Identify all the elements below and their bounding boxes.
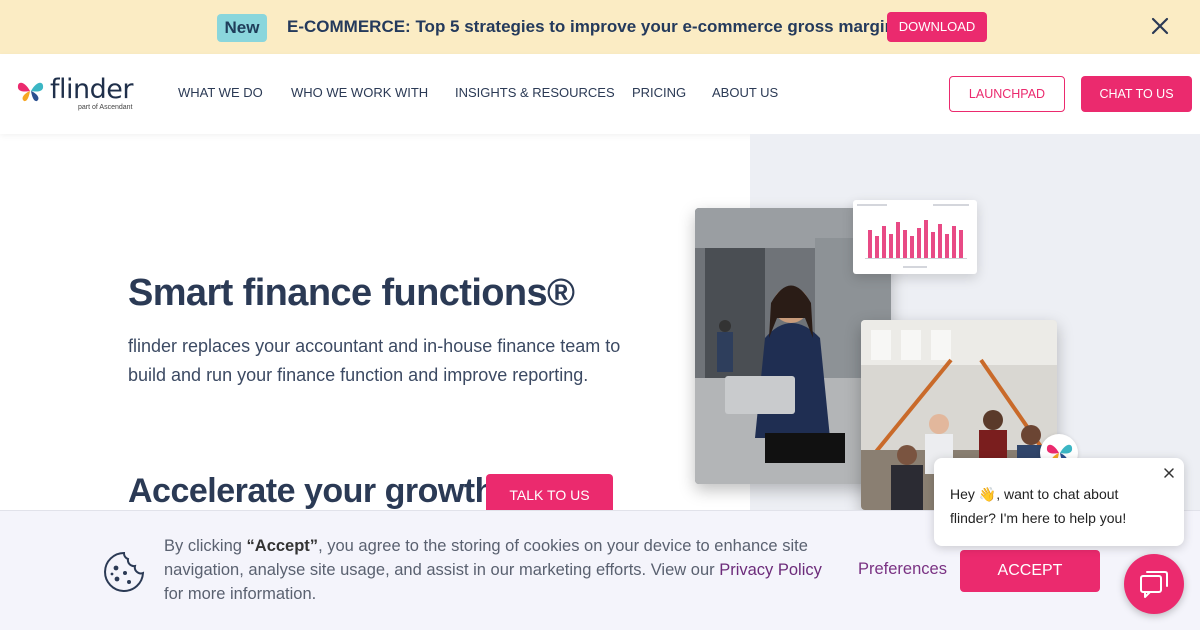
chat-to-us-button[interactable]: CHAT TO US — [1081, 76, 1192, 112]
nav-pricing[interactable]: PRICING — [632, 85, 686, 100]
nav-about-us[interactable]: ABOUT US — [712, 85, 778, 100]
new-badge: New — [217, 14, 267, 42]
flinder-logo[interactable]: flinder part of Ascendant — [16, 74, 141, 114]
cookie-message: By clicking “Accept”, you agree to the s… — [164, 537, 822, 603]
close-icon[interactable] — [1148, 14, 1172, 38]
butterfly-logo-icon — [17, 82, 44, 102]
chat-greeting-text: Hey 👋, want to chat about flinder? I'm h… — [950, 486, 1127, 526]
chat-greeting-bubble[interactable]: Hey 👋, want to chat about flinder? I'm h… — [934, 458, 1184, 546]
nav-what-we-do[interactable]: WHAT WE DO — [178, 85, 263, 100]
site-header: flinder part of Ascendant WHAT WE DO WHO… — [0, 54, 1200, 134]
hero-description: flinder replaces your accountant and in-… — [128, 336, 621, 385]
chat-launcher-button[interactable] — [1124, 554, 1184, 614]
logo-subtitle: part of Ascendant — [78, 104, 133, 111]
accept-cookies-button[interactable]: ACCEPT — [960, 550, 1100, 592]
hero-title: Smart finance functions® — [128, 272, 575, 314]
privacy-policy-link[interactable]: Privacy Policy — [719, 561, 822, 579]
analytics-chart-card — [853, 200, 977, 274]
announcement-bar: New E-COMMERCE: Top 5 strategies to impr… — [0, 0, 1200, 54]
nav-insights-resources[interactable]: INSIGHTS & RESOURCES — [455, 85, 615, 100]
cookie-icon — [104, 551, 145, 592]
logo-wordmark: flinder — [50, 74, 133, 105]
chat-bubbles-icon — [1140, 571, 1168, 598]
download-button[interactable]: DOWNLOAD — [887, 12, 987, 42]
hero-subtitle: Accelerate your growth — [128, 472, 495, 510]
close-chat-bubble-icon[interactable] — [1162, 466, 1176, 480]
announcement-text[interactable]: E-COMMERCE: Top 5 strategies to improve … — [287, 17, 895, 37]
cookie-preferences-link[interactable]: Preferences — [858, 560, 947, 579]
launchpad-button[interactable]: LAUNCHPAD — [949, 76, 1065, 112]
nav-who-we-work-with[interactable]: WHO WE WORK WITH — [291, 85, 428, 100]
